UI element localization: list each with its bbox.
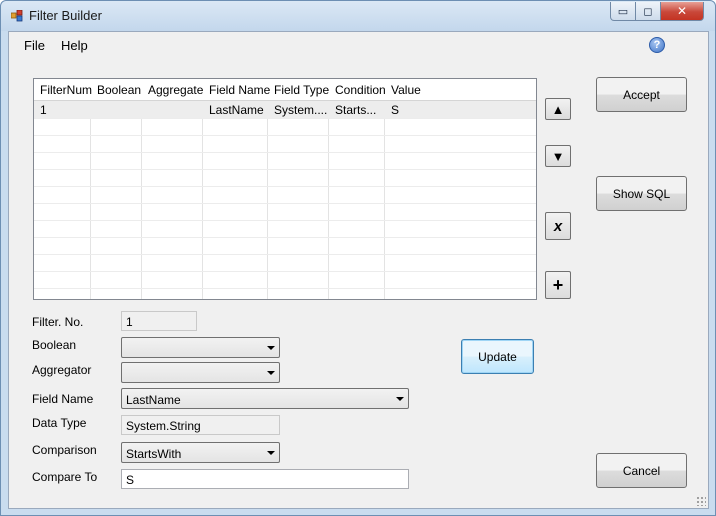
grid-row-line <box>34 135 536 136</box>
add-filter-button[interactable]: + <box>545 271 571 299</box>
filter-no-label: Filter. No. <box>32 315 84 329</box>
comparison-dropdown[interactable]: StartsWith <box>121 442 280 463</box>
title-bar[interactable]: Filter Builder ▭ ◻ ✕ <box>1 1 715 31</box>
delete-icon: x <box>553 217 563 235</box>
compare-to-input[interactable]: S <box>121 469 409 489</box>
arrow-up-icon: ▲ <box>551 101 565 117</box>
menu-help[interactable]: Help <box>57 38 92 53</box>
column-header-field-name[interactable]: Field Name <box>209 83 270 97</box>
filter-no-field[interactable]: 1 <box>121 311 197 331</box>
resize-grip[interactable] <box>696 496 706 506</box>
close-icon: ✕ <box>676 4 688 18</box>
field-name-dropdown[interactable]: LastName <box>121 388 409 409</box>
maximize-button[interactable]: ◻ <box>635 2 661 21</box>
field-name-label: Field Name <box>32 392 94 406</box>
cancel-button[interactable]: Cancel <box>596 453 687 488</box>
plus-icon: + <box>552 274 564 295</box>
menu-bar: File Help ? <box>9 32 708 58</box>
arrow-down-icon: ▼ <box>551 148 565 164</box>
grid-row-line <box>34 254 536 255</box>
column-header-filternum[interactable]: FilterNum <box>40 83 92 97</box>
show-sql-button[interactable]: Show SQL <box>596 176 687 211</box>
close-button[interactable]: ✕ <box>660 2 704 21</box>
grid-row-line <box>34 186 536 187</box>
cancel-button-label: Cancel <box>622 463 661 478</box>
minimize-icon: ▭ <box>617 5 629 18</box>
column-header-field-type[interactable]: Field Type <box>274 83 329 97</box>
grid-row-line <box>34 169 536 170</box>
grid-row-line <box>34 288 536 289</box>
cell-field-type[interactable]: System.... <box>274 103 327 117</box>
column-header-boolean[interactable]: Boolean <box>97 83 141 97</box>
column-header-aggregate[interactable]: Aggregate <box>148 83 203 97</box>
data-type-field[interactable]: System.String <box>121 415 280 435</box>
menu-file[interactable]: File <box>20 38 49 53</box>
compare-to-label: Compare To <box>32 470 98 484</box>
grid-row-line <box>34 271 536 272</box>
grid-row-line <box>34 203 536 204</box>
cell-filternum[interactable]: 1 <box>40 103 47 117</box>
cell-condition[interactable]: Starts... <box>335 103 376 117</box>
update-button[interactable]: Update <box>461 339 534 374</box>
grid-row-line <box>34 118 536 119</box>
window-title: Filter Builder <box>29 8 102 23</box>
filter-builder-window: Filter Builder ▭ ◻ ✕ File Help ? FilterN <box>0 0 716 516</box>
move-up-button[interactable]: ▲ <box>545 98 571 120</box>
comparison-dropdown-value: StartsWith <box>126 447 182 461</box>
help-icon-glyph: ? <box>653 39 661 51</box>
chevron-down-icon <box>267 451 275 455</box>
maximize-icon: ◻ <box>643 5 653 18</box>
help-icon[interactable]: ? <box>649 37 665 53</box>
aggregator-dropdown[interactable] <box>121 362 280 383</box>
field-name-dropdown-value: LastName <box>126 393 181 407</box>
accept-button-label: Accept <box>623 87 660 102</box>
client-area: File Help ? FilterNum Boolean Aggregate … <box>8 31 709 509</box>
move-down-button[interactable]: ▼ <box>545 145 571 167</box>
minimize-button[interactable]: ▭ <box>610 2 636 21</box>
grid-header: FilterNum Boolean Aggregate Field Name F… <box>34 79 536 101</box>
app-icon <box>11 10 23 22</box>
chevron-down-icon <box>267 371 275 375</box>
chevron-down-icon <box>267 346 275 350</box>
delete-filter-button[interactable]: x <box>545 212 571 240</box>
boolean-label: Boolean <box>32 338 77 352</box>
comparison-label: Comparison <box>32 443 97 457</box>
aggregator-label: Aggregator <box>32 363 92 377</box>
cell-value[interactable]: S <box>391 103 399 117</box>
show-sql-button-label: Show SQL <box>612 186 671 201</box>
update-button-label: Update <box>478 349 517 364</box>
column-header-condition[interactable]: Condition <box>335 83 386 97</box>
boolean-dropdown[interactable] <box>121 337 280 358</box>
cell-field-name[interactable]: LastName <box>209 103 264 117</box>
chevron-down-icon <box>396 397 404 401</box>
data-type-label: Data Type <box>32 416 87 430</box>
column-header-value[interactable]: Value <box>391 83 421 97</box>
grid-row-line <box>34 152 536 153</box>
grid-row-line <box>34 220 536 221</box>
filter-grid[interactable]: FilterNum Boolean Aggregate Field Name F… <box>33 78 537 300</box>
accept-button[interactable]: Accept <box>596 77 687 112</box>
grid-row-line <box>34 237 536 238</box>
